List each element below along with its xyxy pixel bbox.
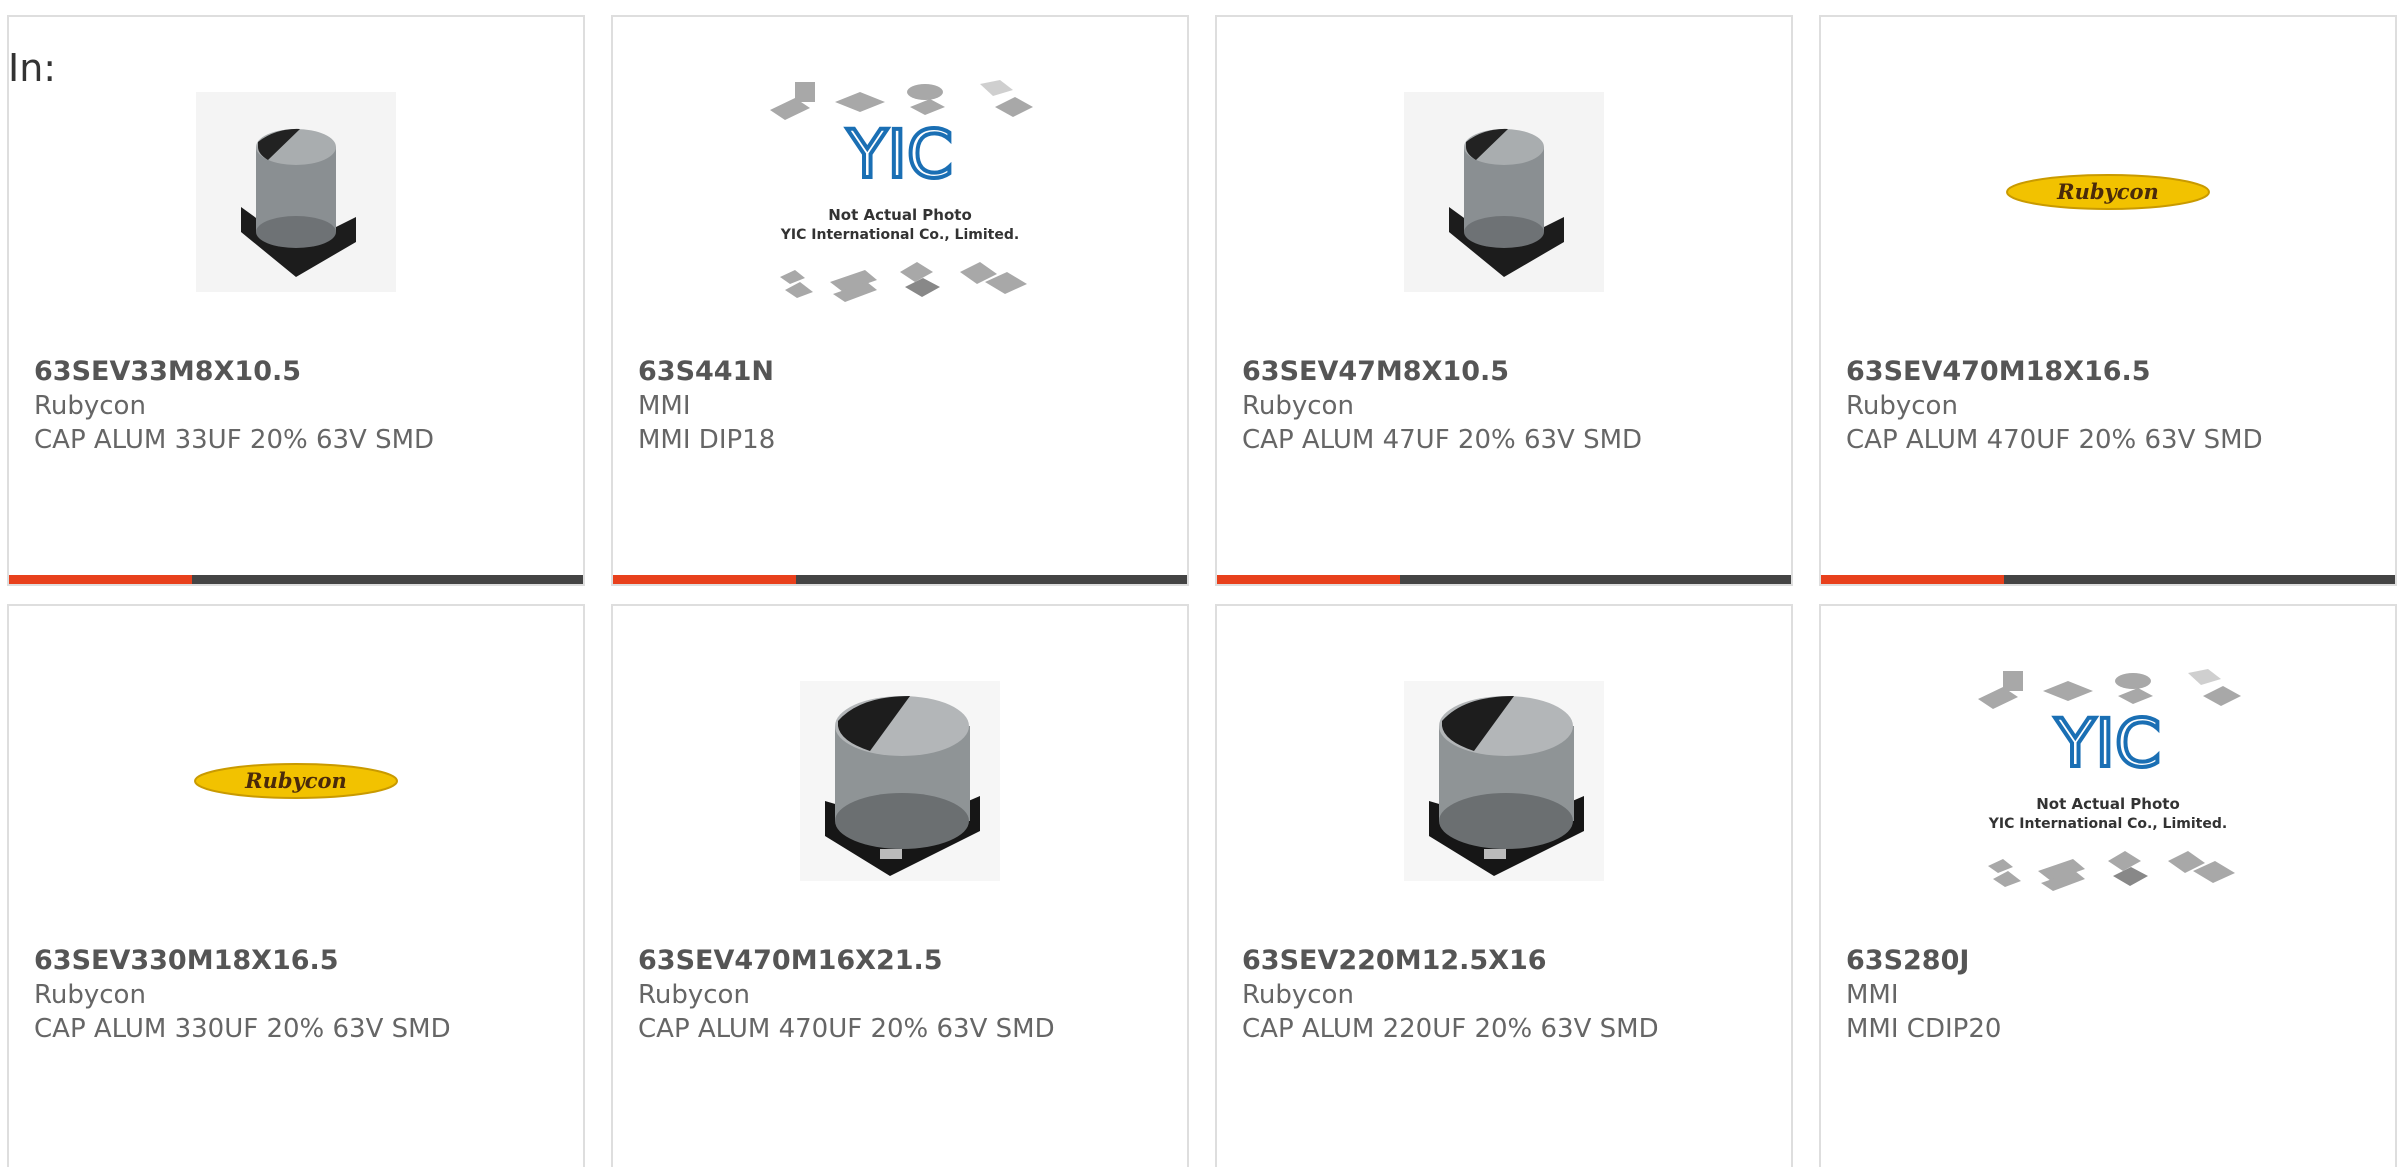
capacitor-image <box>800 681 1000 881</box>
product-image[interactable] <box>1217 626 1791 936</box>
yic-logo-text: YIC <box>846 116 953 193</box>
rubycon-logo-text: Rubycon <box>2056 179 2159 204</box>
description: CAP ALUM 470UF 20% 63V SMD <box>1846 425 2263 455</box>
card-bar-accent <box>1821 575 2004 584</box>
description: CAP ALUM 220UF 20% 63V SMD <box>1242 1014 1659 1044</box>
part-number[interactable]: 63SEV47M8X10.5 <box>1242 355 1771 389</box>
description: MMI DIP18 <box>638 425 776 455</box>
placeholder-line1: Not Actual Photo <box>2036 795 2180 813</box>
part-number[interactable]: 63S280J <box>1846 944 2375 978</box>
rubycon-logo-text: Rubycon <box>244 768 347 793</box>
description: CAP ALUM 470UF 20% 63V SMD <box>638 1014 1055 1044</box>
description: MMI CDIP20 <box>1846 1014 2002 1044</box>
product-card[interactable]: Rubycon 63SEV470M18X16.5 Rubycon CAP ALU… <box>1819 15 2397 586</box>
product-card[interactable]: 63SEV47M8X10.5 Rubycon CAP ALUM 47UF 20%… <box>1215 15 1793 586</box>
product-image[interactable]: Rubycon <box>1821 37 2395 347</box>
yic-logo-text: YIC <box>2054 705 2161 782</box>
card-bar <box>613 575 1187 584</box>
product-results-page: In: 63SEV33M8X10.5 Rubycon CAP ALUM 33UF… <box>0 0 2400 1167</box>
product-card[interactable]: YIC Not Actual Photo YIC International C… <box>1819 604 2397 1167</box>
manufacturer: Rubycon <box>1242 980 1354 1010</box>
capacitor-image <box>1404 681 1604 881</box>
rubycon-logo-image: Rubycon <box>2006 174 2210 210</box>
product-image[interactable] <box>9 37 583 347</box>
card-bar-accent <box>9 575 192 584</box>
manufacturer: MMI <box>638 391 691 421</box>
product-image[interactable]: YIC Not Actual Photo YIC International C… <box>613 37 1187 347</box>
filter-label: In: <box>8 46 57 90</box>
part-number[interactable]: 63SEV470M16X21.5 <box>638 944 1167 978</box>
part-number[interactable]: 63SEV33M8X10.5 <box>34 355 563 389</box>
product-image[interactable]: YIC Not Actual Photo YIC International C… <box>1821 626 2395 936</box>
card-bar <box>1217 575 1791 584</box>
placeholder-line2: YIC International Co., Limited. <box>1988 816 2227 832</box>
manufacturer: Rubycon <box>1242 391 1354 421</box>
rubycon-logo-image: Rubycon <box>194 763 398 799</box>
product-image[interactable] <box>613 626 1187 936</box>
product-card[interactable]: YIC Not Actual Photo YIC International C… <box>611 15 1189 586</box>
manufacturer: MMI <box>1846 980 1899 1010</box>
card-bar-accent <box>1217 575 1400 584</box>
product-image[interactable] <box>1217 37 1791 347</box>
manufacturer: Rubycon <box>1846 391 1958 421</box>
product-card[interactable]: 63SEV33M8X10.5 Rubycon CAP ALUM 33UF 20%… <box>7 15 585 586</box>
card-bar-accent <box>613 575 796 584</box>
card-bar <box>9 575 583 584</box>
capacitor-image <box>196 92 396 292</box>
product-card[interactable]: 63SEV470M16X21.5 Rubycon CAP ALUM 470UF … <box>611 604 1189 1167</box>
manufacturer: Rubycon <box>34 391 146 421</box>
product-image[interactable]: Rubycon <box>9 626 583 936</box>
part-number[interactable]: 63SEV220M12.5X16 <box>1242 944 1771 978</box>
placeholder-line2: YIC International Co., Limited. <box>780 227 1019 243</box>
part-number[interactable]: 63SEV470M18X16.5 <box>1846 355 2375 389</box>
yic-placeholder-image: YIC Not Actual Photo YIC International C… <box>1978 669 2241 891</box>
product-grid: 63SEV33M8X10.5 Rubycon CAP ALUM 33UF 20%… <box>0 0 2400 1167</box>
description: CAP ALUM 330UF 20% 63V SMD <box>34 1014 451 1044</box>
product-card[interactable]: 63SEV220M12.5X16 Rubycon CAP ALUM 220UF … <box>1215 604 1793 1167</box>
yic-placeholder-image: YIC Not Actual Photo YIC International C… <box>770 80 1033 302</box>
placeholder-line1: Not Actual Photo <box>828 206 972 224</box>
capacitor-image <box>1404 92 1604 292</box>
part-number[interactable]: 63SEV330M18X16.5 <box>34 944 563 978</box>
description: CAP ALUM 33UF 20% 63V SMD <box>34 425 435 455</box>
manufacturer: Rubycon <box>638 980 750 1010</box>
manufacturer: Rubycon <box>34 980 146 1010</box>
part-number[interactable]: 63S441N <box>638 355 1167 389</box>
description: CAP ALUM 47UF 20% 63V SMD <box>1242 425 1643 455</box>
card-bar <box>1821 575 2395 584</box>
product-card[interactable]: Rubycon 63SEV330M18X16.5 Rubycon CAP ALU… <box>7 604 585 1167</box>
